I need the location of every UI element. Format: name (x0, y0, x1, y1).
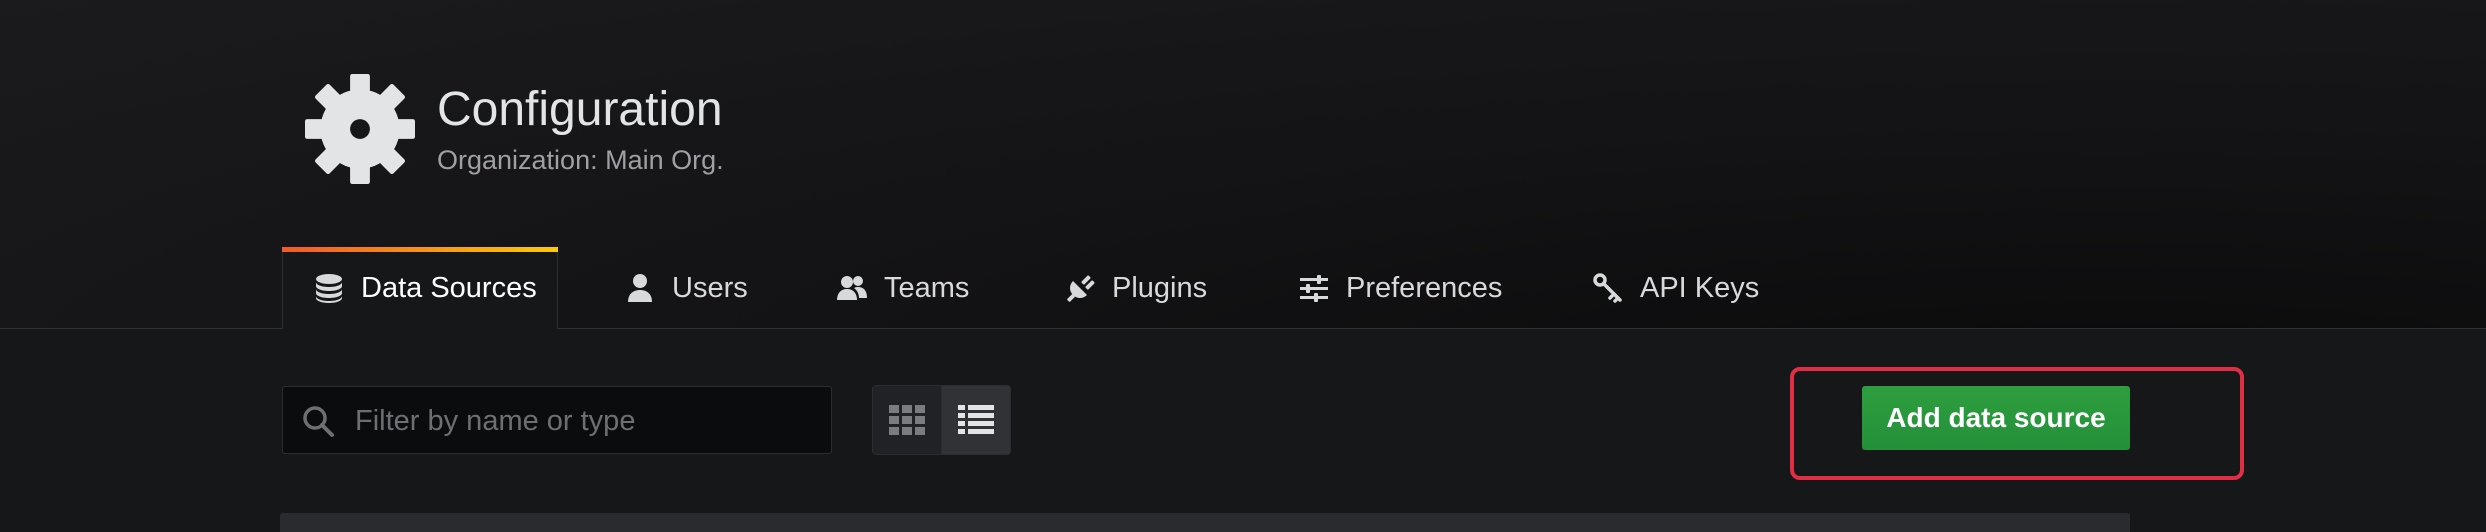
tab-teams[interactable]: Teams (836, 248, 969, 328)
gear-icon (305, 74, 415, 184)
tab-api-keys[interactable]: API Keys (1592, 248, 1759, 328)
tab-label: Preferences (1346, 271, 1503, 304)
tab-users[interactable]: Users (624, 248, 748, 328)
list-view-button[interactable] (941, 386, 1010, 454)
view-toggle (872, 385, 1011, 455)
search-box (282, 386, 832, 455)
tab-label: Data Sources (361, 271, 537, 304)
plug-icon (1067, 275, 1095, 302)
key-icon (1593, 273, 1622, 303)
configuration-page: Configuration Organization: Main Org. Da… (0, 0, 2486, 532)
page-title: Configuration (437, 83, 723, 136)
list-icon (958, 405, 994, 434)
grid-view-button[interactable] (873, 386, 941, 454)
data-source-list-item[interactable] (280, 513, 2130, 532)
users-icon (837, 276, 867, 300)
database-icon (316, 274, 342, 303)
tab-label: Plugins (1112, 271, 1208, 304)
tab-plugins[interactable]: Plugins (1064, 248, 1207, 328)
tab-preferences[interactable]: Preferences (1298, 248, 1502, 328)
page-subtitle: Organization: Main Org. (437, 145, 724, 175)
search-input[interactable] (353, 387, 827, 455)
add-data-source-button[interactable]: Add data source (1862, 386, 2130, 450)
active-tab-indicator (282, 247, 558, 252)
tab-label: API Keys (1640, 271, 1760, 304)
grid-icon (889, 405, 925, 435)
sliders-icon (1300, 275, 1328, 302)
user-icon (628, 274, 652, 302)
tab-label: Users (672, 271, 748, 304)
tab-data-sources[interactable]: Data Sources (282, 247, 558, 329)
search-icon (303, 406, 334, 437)
tab-label: Teams (884, 271, 970, 304)
